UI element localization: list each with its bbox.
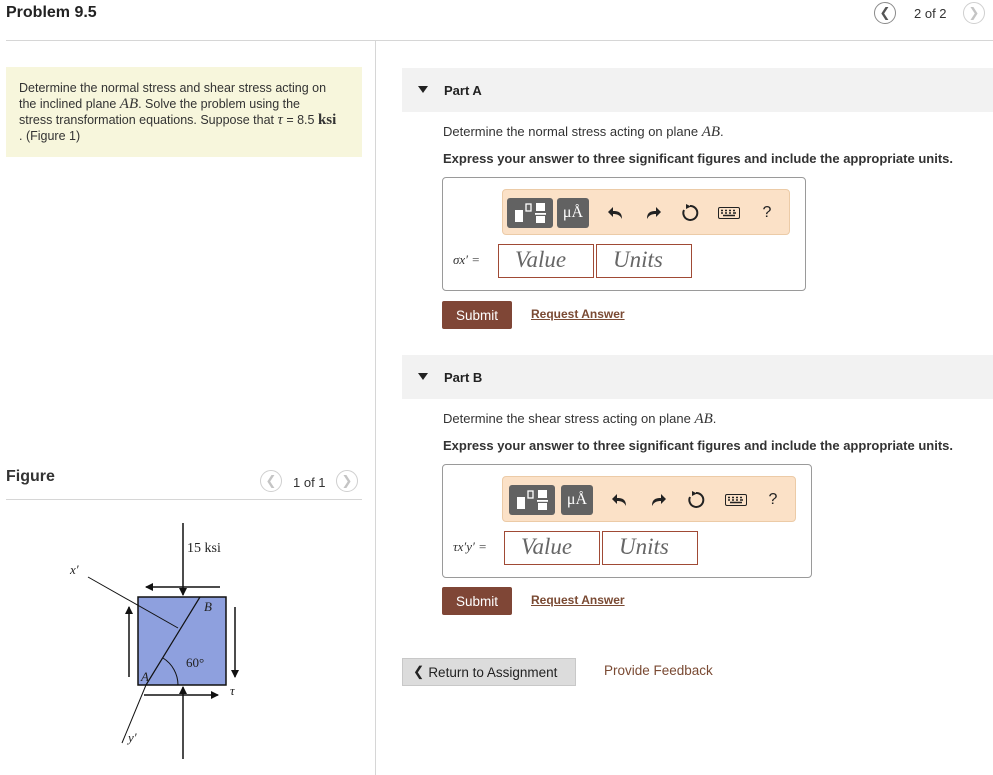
units-button[interactable]: μÅ — [561, 485, 593, 515]
point-b-label: B — [204, 599, 212, 614]
tau-label: τ — [230, 683, 236, 698]
problem-line-3: stress transformation equations. Suppose… — [19, 112, 337, 128]
part-b-answer-box: μÅ ? τx′y′ = Value Units — [442, 464, 812, 578]
undo-icon[interactable] — [609, 489, 631, 511]
chevron-left-icon: ❮ — [879, 5, 891, 20]
templates-button[interactable] — [509, 485, 555, 515]
part-a-instruction: Express your answer to three significant… — [443, 151, 953, 166]
previous-problem-button[interactable]: ❮ — [874, 2, 896, 24]
part-a-header[interactable]: Part A — [402, 68, 993, 112]
part-b-title: Part B — [444, 370, 483, 385]
figure-heading: Figure — [6, 468, 55, 485]
header-divider — [6, 40, 993, 41]
provide-feedback-link[interactable]: Provide Feedback — [604, 663, 713, 678]
keyboard-icon[interactable] — [717, 202, 741, 224]
part-a-submit-button[interactable]: Submit — [442, 301, 512, 329]
stress-label: 15 ksi — [187, 541, 221, 556]
units-button[interactable]: μÅ — [557, 198, 589, 228]
reset-icon[interactable] — [679, 202, 701, 224]
part-b-header[interactable]: Part B — [402, 355, 993, 399]
templates-icon — [517, 490, 548, 510]
column-divider — [375, 40, 376, 775]
help-icon[interactable]: ? — [762, 489, 784, 511]
figure-next-button[interactable]: ❯ — [336, 470, 358, 492]
part-a-variable-label: σx′ = — [453, 252, 481, 267]
next-problem-button[interactable]: ❯ — [963, 2, 985, 24]
part-b-question: Determine the shear stress acting on pla… — [443, 411, 717, 427]
part-b-toolbar: μÅ ? — [502, 476, 796, 522]
problem-line-4: . (Figure 1) — [19, 129, 81, 143]
redo-icon[interactable] — [647, 489, 669, 511]
problem-title: Problem 9.5 — [6, 4, 97, 21]
part-a-question: Determine the normal stress acting on pl… — [443, 124, 724, 140]
templates-icon — [515, 203, 546, 223]
part-a-value-input[interactable]: Value — [498, 244, 594, 278]
part-a-toolbar: μÅ ? — [502, 189, 790, 235]
redo-icon[interactable] — [642, 202, 664, 224]
figure-previous-button[interactable]: ❮ — [260, 470, 282, 492]
part-b-units-input[interactable]: Units — [602, 531, 698, 565]
part-b-submit-button[interactable]: Submit — [442, 587, 512, 615]
collapse-triangle-icon — [418, 373, 428, 380]
part-b-instruction: Express your answer to three significant… — [443, 438, 953, 453]
part-a-request-answer-link[interactable]: Request Answer — [531, 307, 625, 321]
keyboard-icon[interactable] — [724, 489, 748, 511]
point-a-label: A — [140, 669, 149, 684]
chevron-left-icon: ❮ — [265, 473, 277, 488]
return-label: Return to Assignment — [428, 664, 558, 680]
figure-pager: 1 of 1 — [293, 475, 326, 490]
part-a-title: Part A — [444, 83, 482, 98]
angle-label: 60° — [186, 655, 204, 670]
collapse-triangle-icon — [418, 86, 428, 93]
chevron-right-icon: ❯ — [968, 5, 980, 20]
part-b-value-input[interactable]: Value — [504, 531, 600, 565]
stress-element-diagram: 15 ksi x′ y′ B A 60° τ — [69, 523, 239, 759]
x-prime-label: x′ — [69, 562, 79, 577]
problem-line-1: Determine the normal stress and shear st… — [19, 81, 327, 95]
figure-divider — [6, 499, 362, 500]
problem-statement: Determine the normal stress and shear st… — [6, 67, 362, 157]
return-to-assignment-button[interactable]: ❮ Return to Assignment — [402, 658, 576, 686]
figure-link[interactable]: (Figure 1) — [26, 129, 80, 143]
chevron-left-icon: ❮ — [413, 664, 425, 679]
y-prime-label: y′ — [126, 730, 137, 745]
part-b-request-answer-link[interactable]: Request Answer — [531, 593, 625, 607]
help-icon[interactable]: ? — [756, 202, 778, 224]
part-a-units-input[interactable]: Units — [596, 244, 692, 278]
part-b-variable-label: τx′y′ = — [453, 539, 487, 554]
chevron-right-icon: ❯ — [341, 473, 353, 488]
problem-pager: 2 of 2 — [914, 6, 947, 21]
templates-button[interactable] — [507, 198, 553, 228]
stress-block — [137, 596, 227, 686]
reset-icon[interactable] — [685, 489, 707, 511]
problem-line-2: the inclined plane AB. Solve the problem… — [19, 96, 301, 112]
part-a-answer-box: μÅ ? σx′ = Value Units — [442, 177, 806, 291]
undo-icon[interactable] — [605, 202, 627, 224]
